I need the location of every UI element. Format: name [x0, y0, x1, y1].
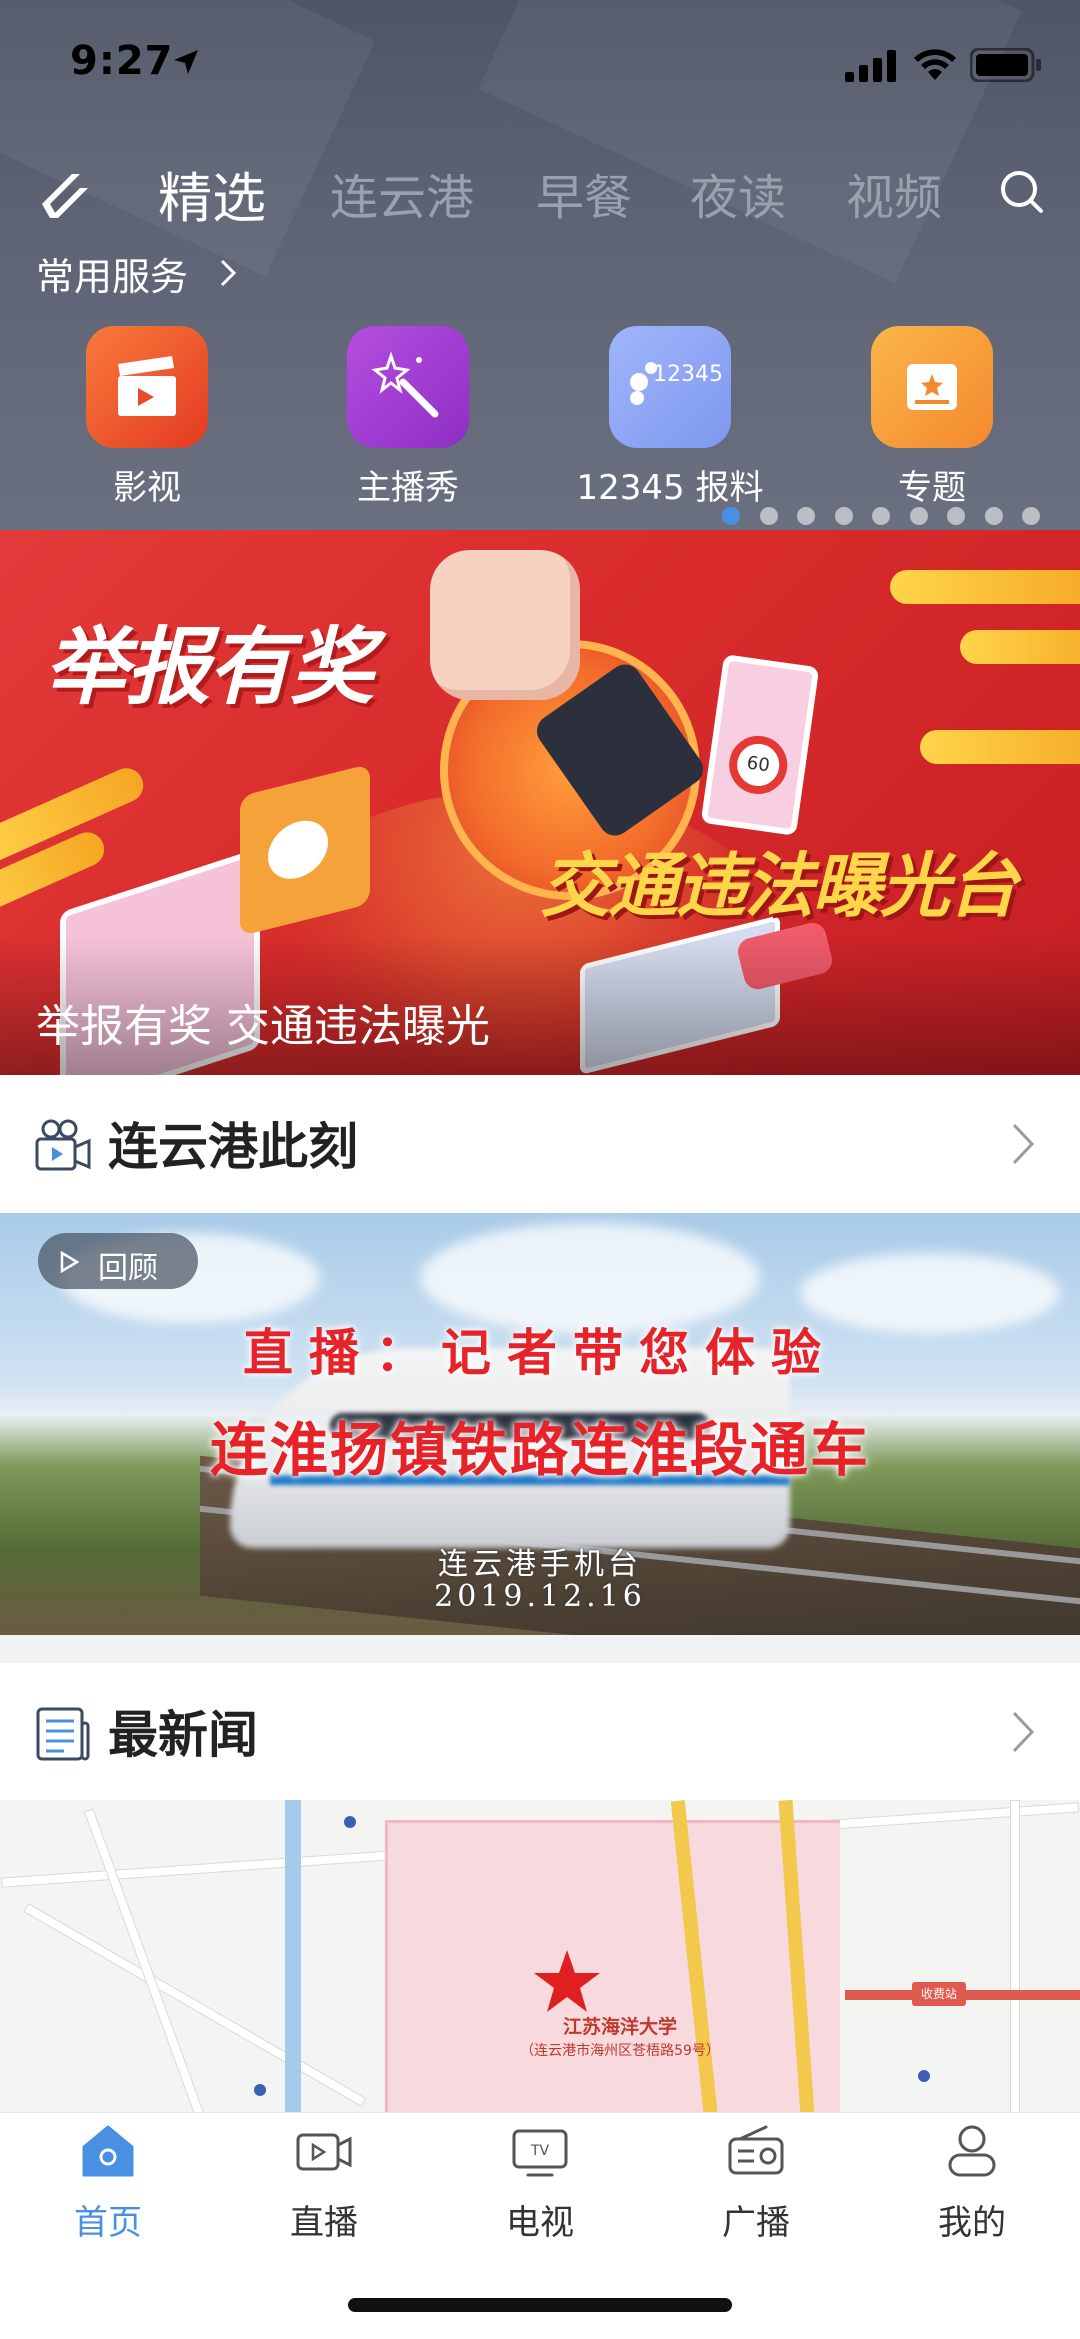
location-star-icon: [534, 1950, 600, 2012]
service-12345-tile: 12345: [609, 326, 731, 448]
map-campus-area: [385, 1820, 840, 2112]
app-logo-icon[interactable]: [36, 164, 100, 228]
map-river: [285, 1800, 301, 2112]
map-pin: [254, 2084, 266, 2096]
chevron-right-icon[interactable]: [1008, 1709, 1038, 1755]
cellular-signal-icon: [845, 50, 896, 82]
banner-headline-violation: 交通违法曝光台: [540, 845, 1018, 927]
banner-stripe: [890, 570, 1080, 604]
chevron-right-icon[interactable]: [218, 258, 238, 288]
svg-text:TV: TV: [530, 2143, 550, 2159]
news-document-icon: [36, 1707, 90, 1761]
banner-fist-illustration: [430, 550, 580, 700]
banner-stripe: [960, 630, 1080, 664]
service-anchor-show[interactable]: 主播秀: [293, 326, 523, 508]
tab-video[interactable]: 视频: [846, 158, 942, 228]
live-overlay-date: 2019.12.16: [434, 1579, 646, 1614]
map-road: [23, 1903, 367, 2107]
tab-night-reading[interactable]: 夜读: [690, 158, 786, 228]
map-road: [83, 1808, 207, 2112]
banner-stripe: [920, 730, 1080, 764]
top-navigation: 精选 连云港 早餐 夜读 视频: [0, 150, 1080, 240]
map-toll-station: 收费站: [912, 1982, 966, 2006]
service-film-label: 影视: [113, 468, 181, 508]
section-header-live[interactable]: 连云港此刻: [0, 1075, 1080, 1213]
service-12345-report[interactable]: 12345 12345 报料: [555, 326, 785, 508]
live-overlay-line2: 连淮扬镇铁路连淮段通车: [209, 1416, 870, 1484]
carousel-dot[interactable]: [909, 507, 928, 525]
banner-caption: 举报有奖 交通违法曝光: [36, 1001, 490, 1052]
carousel-dot[interactable]: [947, 507, 965, 525]
promo-banner[interactable]: 60 举报有奖 交通违法曝光台 举报有奖 交通违法曝光: [0, 530, 1080, 1075]
tab-live-label: 直播: [290, 2203, 358, 2243]
carousel-dot[interactable]: [1022, 507, 1040, 525]
live-video-icon: [296, 2133, 352, 2171]
location-arrow-icon: [174, 50, 198, 74]
search-icon[interactable]: [998, 168, 1044, 214]
news-map-image[interactable]: 收费站 江苏海洋大学 （连云港市海州区苍梧路59号）: [0, 1800, 1080, 2112]
carousel-dot[interactable]: [872, 507, 890, 525]
service-anchor-show-label: 主播秀: [357, 468, 459, 508]
chevron-right-icon[interactable]: [1008, 1121, 1038, 1167]
tab-breakfast[interactable]: 早餐: [536, 158, 632, 228]
service-topics-tile: [871, 326, 993, 448]
wifi-icon: [914, 49, 956, 80]
play-icon: [60, 1251, 80, 1273]
live-thumbnail[interactable]: 直播：记者带您体验 连淮扬镇铁路连淮段通车 连云港手机台 2019.12.16 …: [0, 1213, 1080, 1635]
service-topics-label: 专题: [898, 468, 966, 508]
tv-icon: TV: [512, 2129, 568, 2177]
tab-tv[interactable]: TV 电视: [432, 2113, 648, 2263]
home-indicator[interactable]: [348, 2298, 732, 2312]
carousel-dot[interactable]: [722, 507, 740, 525]
service-anchor-show-tile: [347, 326, 469, 448]
battery-icon: [970, 48, 1041, 82]
service-12345-tile-text: 12345: [653, 362, 723, 387]
tab-home[interactable]: 首页: [0, 2113, 216, 2263]
banner-headline-reward: 举报有奖: [44, 618, 374, 716]
clapperboard-icon: [118, 356, 176, 416]
tab-home-label: 首页: [74, 2203, 142, 2243]
replay-badge[interactable]: 回顾: [38, 1233, 198, 1289]
tab-profile[interactable]: 我的: [864, 2113, 1080, 2263]
tab-live[interactable]: 直播: [216, 2113, 432, 2263]
service-film[interactable]: 影视: [32, 326, 262, 508]
carousel-dot[interactable]: [984, 507, 1003, 525]
tab-featured[interactable]: 精选: [158, 154, 266, 233]
banner-traffic-sign: 60: [700, 654, 820, 836]
tab-radio-label: 广播: [722, 2203, 790, 2243]
radio-icon: [728, 2125, 784, 2175]
live-overlay-line3: 连云港手机台: [438, 1547, 642, 1582]
user-profile-icon: [948, 2125, 996, 2177]
carousel-dot[interactable]: [759, 507, 778, 525]
service-topics[interactable]: 专题: [817, 326, 1047, 508]
star-badge-icon: [907, 364, 957, 410]
common-services-title[interactable]: 常用服务: [36, 246, 188, 301]
section-header-news[interactable]: 最新闻: [0, 1663, 1080, 1801]
carousel-dot[interactable]: [797, 507, 815, 525]
map-pin: [344, 1816, 356, 1828]
carousel-dot[interactable]: [834, 507, 853, 525]
map-pin: [918, 2070, 930, 2082]
speed-limit-sign: 60: [725, 732, 791, 798]
section-title-live: 连云港此刻: [108, 1118, 358, 1176]
section-divider: [0, 1635, 1080, 1663]
tab-radio[interactable]: 广播: [648, 2113, 864, 2263]
tab-profile-label: 我的: [938, 2203, 1006, 2243]
status-time: 9:27: [70, 38, 174, 84]
magic-wand-icon: [371, 351, 439, 418]
section-title-news: 最新闻: [108, 1706, 258, 1764]
map-campus-name: 江苏海洋大学: [562, 2016, 677, 2038]
live-overlay-line1: 直播：记者带您体验: [243, 1323, 837, 1382]
tab-tv-label: 电视: [506, 2203, 574, 2243]
replay-label: 回顾: [98, 1251, 158, 1286]
status-bar: 9:27: [0, 0, 1080, 130]
service-12345-label: 12345 报料: [576, 468, 764, 508]
service-film-tile: [86, 326, 208, 448]
tab-lianyungang[interactable]: 连云港: [330, 158, 474, 228]
home-icon: [82, 2125, 134, 2177]
map-campus-address: （连云港市海州区苍梧路59号）: [520, 2043, 720, 2059]
map-road: [1010, 1800, 1020, 2112]
12345-hotline-icon: [630, 362, 657, 405]
video-camera-icon: [35, 1119, 91, 1171]
